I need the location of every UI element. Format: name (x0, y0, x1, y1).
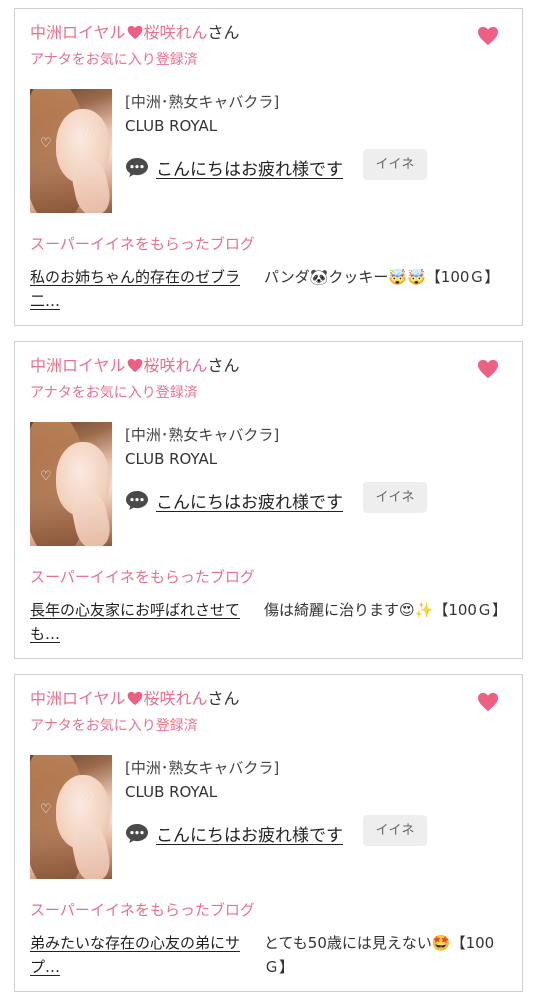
speech-bubble-icon (126, 491, 148, 510)
cast-photo[interactable]: ♡ ♡ (30, 422, 112, 546)
greeting-row: こんにちはお疲れ様です (125, 818, 343, 848)
greeting-link[interactable]: こんにちはお疲れ様です (156, 821, 343, 846)
shop-name: CLUB ROYAL (125, 117, 218, 135)
shop-name: CLUB ROYAL (125, 450, 218, 468)
cast-name[interactable]: 桜咲れん (144, 23, 208, 42)
blog-description: とても50歳には見えない🤩【100Ｇ】 (264, 934, 495, 976)
super-iine-blog-heading: スーパーイイネをもらったブログ (30, 568, 255, 586)
cast-name-row[interactable]: 中洲ロイヤル 桜咲れんさん (30, 21, 240, 45)
heart-icon (127, 691, 142, 706)
shop-category: [中洲･熟女キャバクラ] (125, 426, 280, 444)
cast-photo[interactable]: ♡ ♡ (30, 89, 112, 213)
favorite-heart-icon[interactable] (477, 692, 499, 712)
cast-shop-prefix[interactable]: 中洲ロイヤル (30, 356, 126, 375)
blog-title-link[interactable]: 弟みたいな存在の心友の弟にサプ… (30, 931, 262, 979)
super-iine-blog-heading: スーパーイイネをもらったブログ (30, 901, 255, 919)
greeting-link[interactable]: こんにちはお疲れ様です (156, 488, 343, 513)
cast-photo[interactable]: ♡ ♡ (30, 755, 112, 879)
honorific: さん (207, 689, 240, 708)
blog-title-link[interactable]: 長年の心友家にお呼ばれさせても… (30, 598, 262, 646)
blog-description: パンダ🐼クッキー🤯🤯【100Ｇ】 (264, 268, 500, 286)
iine-button[interactable]: イイネ (363, 815, 427, 846)
cast-shop-prefix[interactable]: 中洲ロイヤル (30, 23, 126, 42)
cast-name[interactable]: 桜咲れん (144, 689, 208, 708)
speech-bubble-icon (126, 158, 148, 177)
speech-bubble-icon (126, 824, 148, 843)
cast-card: 中洲ロイヤル 桜咲れんさん アナタをお気に入り登録済 ♡ ♡ [中洲･熟女キャバク… (14, 8, 523, 326)
favorite-registered-note: アナタをお気に入り登録済 (30, 718, 198, 734)
favorite-heart-icon[interactable] (477, 26, 499, 46)
blog-title-link[interactable]: 私のお姉ちゃん的存在のゼブラ二… (30, 265, 262, 313)
cast-shop-prefix[interactable]: 中洲ロイヤル (30, 689, 126, 708)
iine-button[interactable]: イイネ (363, 482, 427, 513)
shop-category: [中洲･熟女キャバクラ] (125, 93, 280, 111)
shop-name: CLUB ROYAL (125, 783, 218, 801)
cast-name[interactable]: 桜咲れん (144, 356, 208, 375)
favorite-registered-note: アナタをお気に入り登録済 (30, 385, 198, 401)
super-iine-blog-heading: スーパーイイネをもらったブログ (30, 235, 255, 253)
honorific: さん (207, 23, 240, 42)
blog-description: 傷は綺麗に治ります😍✨【100Ｇ】 (264, 601, 507, 619)
heart-icon (127, 25, 142, 40)
cast-card: 中洲ロイヤル 桜咲れんさん アナタをお気に入り登録済 ♡ ♡ [中洲･熟女キャバク… (14, 674, 523, 992)
shop-category: [中洲･熟女キャバクラ] (125, 759, 280, 777)
cast-name-row[interactable]: 中洲ロイヤル 桜咲れんさん (30, 354, 240, 378)
greeting-row: こんにちはお疲れ様です (125, 152, 343, 182)
greeting-link[interactable]: こんにちはお疲れ様です (156, 155, 343, 180)
honorific: さん (207, 356, 240, 375)
cast-card: 中洲ロイヤル 桜咲れんさん アナタをお気に入り登録済 ♡ ♡ [中洲･熟女キャバク… (14, 341, 523, 659)
favorite-heart-icon[interactable] (477, 359, 499, 379)
heart-icon (127, 358, 142, 373)
iine-button[interactable]: イイネ (363, 149, 427, 180)
favorite-registered-note: アナタをお気に入り登録済 (30, 52, 198, 68)
cast-name-row[interactable]: 中洲ロイヤル 桜咲れんさん (30, 687, 240, 711)
greeting-row: こんにちはお疲れ様です (125, 485, 343, 515)
